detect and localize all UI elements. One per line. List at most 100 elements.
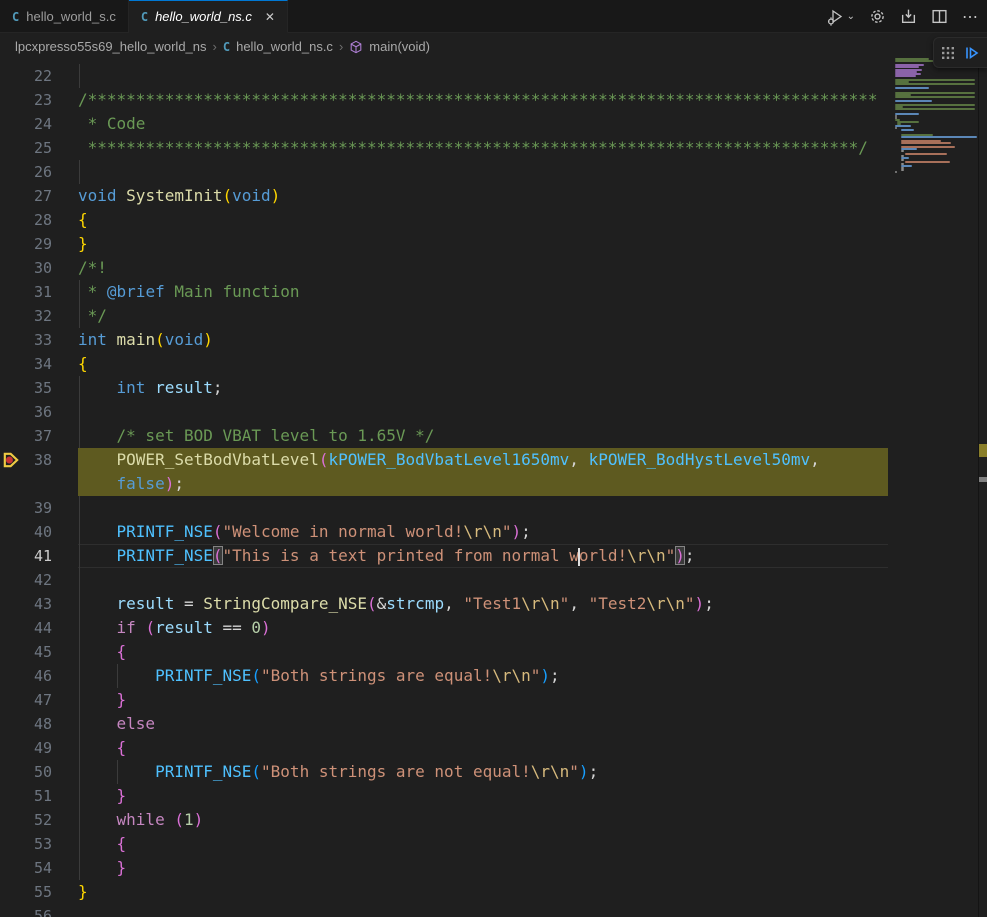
- code-line-content[interactable]: int main(void): [78, 328, 213, 352]
- code-line[interactable]: 36: [0, 400, 888, 424]
- tab-hello-world-ns[interactable]: C hello_world_ns.c ✕: [129, 0, 288, 33]
- code-line[interactable]: 28 {: [0, 208, 888, 232]
- line-number[interactable]: 26: [0, 160, 52, 184]
- line-number[interactable]: 47: [0, 688, 52, 712]
- line-number[interactable]: 24: [0, 112, 52, 136]
- code-line[interactable]: 53 {: [0, 832, 888, 856]
- line-number[interactable]: 30: [0, 256, 52, 280]
- line-number[interactable]: 23: [0, 88, 52, 112]
- flash-download-icon[interactable]: [900, 8, 917, 25]
- code-line[interactable]: 33 int main(void): [0, 328, 888, 352]
- code-line-content[interactable]: {: [78, 352, 88, 376]
- code-line[interactable]: 49 {: [0, 736, 888, 760]
- line-number[interactable]: 41: [0, 544, 52, 568]
- line-number[interactable]: 50: [0, 760, 52, 784]
- code-line-content[interactable]: int result;: [78, 376, 223, 400]
- close-icon[interactable]: ✕: [265, 10, 275, 24]
- debug-current-line-breakpoint-icon[interactable]: [2, 451, 20, 469]
- code-line-content[interactable]: PRINTF_NSE("Both strings are not equal!\…: [78, 760, 598, 784]
- code-line-content[interactable]: {: [78, 832, 126, 856]
- code-line-content[interactable]: result = StringCompare_NSE(&strcmp, "Tes…: [78, 592, 714, 616]
- minimap[interactable]: [895, 58, 978, 915]
- code-line-content[interactable]: if (result == 0): [78, 616, 271, 640]
- code-line-content[interactable]: }: [78, 688, 126, 712]
- code-line[interactable]: 35 int result;: [0, 376, 888, 400]
- line-number[interactable]: [0, 472, 52, 496]
- line-number[interactable]: 27: [0, 184, 52, 208]
- line-number[interactable]: 45: [0, 640, 52, 664]
- code-line-content[interactable]: {: [78, 640, 126, 664]
- code-line-content[interactable]: /*!: [78, 256, 107, 280]
- code-line-content[interactable]: {: [78, 736, 126, 760]
- code-line[interactable]: 38 POWER_SetBodVbatLevel(kPOWER_BodVbatL…: [0, 448, 888, 472]
- line-number[interactable]: 36: [0, 400, 52, 424]
- code-line-content[interactable]: }: [78, 232, 88, 256]
- code-line-content[interactable]: {: [78, 208, 88, 232]
- line-number[interactable]: 37: [0, 424, 52, 448]
- code-line-content[interactable]: /***************************************…: [78, 88, 878, 112]
- run-to-line-icon[interactable]: [964, 45, 980, 61]
- code-line[interactable]: 45 {: [0, 640, 888, 664]
- overview-ruler[interactable]: [979, 60, 987, 917]
- line-number[interactable]: 43: [0, 592, 52, 616]
- code-line[interactable]: 46 PRINTF_NSE("Both strings are equal!\r…: [0, 664, 888, 688]
- code-line[interactable]: 40 PRINTF_NSE("Welcome in normal world!\…: [0, 520, 888, 544]
- settings-gear-icon[interactable]: [869, 8, 886, 25]
- code-line-content[interactable]: void SystemInit(void): [78, 184, 280, 208]
- code-line[interactable]: 54 }: [0, 856, 888, 880]
- grid-menu-icon[interactable]: [941, 46, 955, 60]
- code-line[interactable]: 55}: [0, 880, 888, 904]
- code-line[interactable]: 32 */: [0, 304, 888, 328]
- code-editor[interactable]: 2223 /***********************************…: [0, 60, 987, 917]
- line-number[interactable]: 49: [0, 736, 52, 760]
- line-number[interactable]: 25: [0, 136, 52, 160]
- code-line[interactable]: 26: [0, 160, 888, 184]
- breadcrumb-folder[interactable]: lpcxpresso55s69_hello_world_ns: [15, 39, 207, 54]
- chevron-down-icon[interactable]: ⌄: [847, 11, 855, 22]
- code-line[interactable]: 52 while (1): [0, 808, 888, 832]
- code-line-content[interactable]: */: [78, 304, 107, 328]
- line-number[interactable]: 54: [0, 856, 52, 880]
- code-line[interactable]: 48 else: [0, 712, 888, 736]
- code-line[interactable]: 23 /*************************************…: [0, 88, 888, 112]
- code-line[interactable]: 25 *************************************…: [0, 136, 888, 160]
- code-line-content[interactable]: PRINTF_NSE("This is a text printed from …: [78, 544, 695, 568]
- line-number[interactable]: 55: [0, 880, 52, 904]
- code-line-content[interactable]: ****************************************…: [78, 136, 868, 160]
- code-line[interactable]: 30 /*!: [0, 256, 888, 280]
- line-number[interactable]: 39: [0, 496, 52, 520]
- code-line-content[interactable]: else: [78, 712, 155, 736]
- code-line[interactable]: 56: [0, 904, 888, 917]
- line-number[interactable]: 51: [0, 784, 52, 808]
- code-line[interactable]: 34{: [0, 352, 888, 376]
- split-editor-icon[interactable]: [931, 8, 948, 25]
- code-line-content[interactable]: POWER_SetBodVbatLevel(kPOWER_BodVbatLeve…: [78, 448, 820, 472]
- line-number[interactable]: 56: [0, 904, 52, 917]
- code-line[interactable]: 29}: [0, 232, 888, 256]
- code-line[interactable]: 41 PRINTF_NSE("This is a text printed fr…: [0, 544, 888, 568]
- line-number[interactable]: 52: [0, 808, 52, 832]
- run-or-debug-button[interactable]: ⌄: [826, 8, 855, 26]
- code-line[interactable]: 47 }: [0, 688, 888, 712]
- code-line[interactable]: 50 PRINTF_NSE("Both strings are not equa…: [0, 760, 888, 784]
- line-number[interactable]: 35: [0, 376, 52, 400]
- code-line-content[interactable]: }: [78, 856, 126, 880]
- line-number[interactable]: 44: [0, 616, 52, 640]
- code-line[interactable]: 43 result = StringCompare_NSE(&strcmp, "…: [0, 592, 888, 616]
- line-number[interactable]: 22: [0, 64, 52, 88]
- line-number[interactable]: 33: [0, 328, 52, 352]
- line-number[interactable]: 29: [0, 232, 52, 256]
- code-line-content[interactable]: /* set BOD VBAT level to 1.65V */: [78, 424, 434, 448]
- more-actions-icon[interactable]: ⋯: [962, 7, 979, 27]
- code-line-content[interactable]: PRINTF_NSE("Both strings are equal!\r\n"…: [78, 664, 560, 688]
- code-line[interactable]: 37 /* set BOD VBAT level to 1.65V */: [0, 424, 888, 448]
- code-line-content[interactable]: PRINTF_NSE("Welcome in normal world!\r\n…: [78, 520, 531, 544]
- line-number[interactable]: 53: [0, 832, 52, 856]
- line-number[interactable]: 28: [0, 208, 52, 232]
- code-line[interactable]: 51 }: [0, 784, 888, 808]
- code-line-content[interactable]: while (1): [78, 808, 203, 832]
- code-line[interactable]: 42: [0, 568, 888, 592]
- line-number[interactable]: 32: [0, 304, 52, 328]
- line-number[interactable]: 40: [0, 520, 52, 544]
- code-line-content[interactable]: false);: [78, 472, 184, 496]
